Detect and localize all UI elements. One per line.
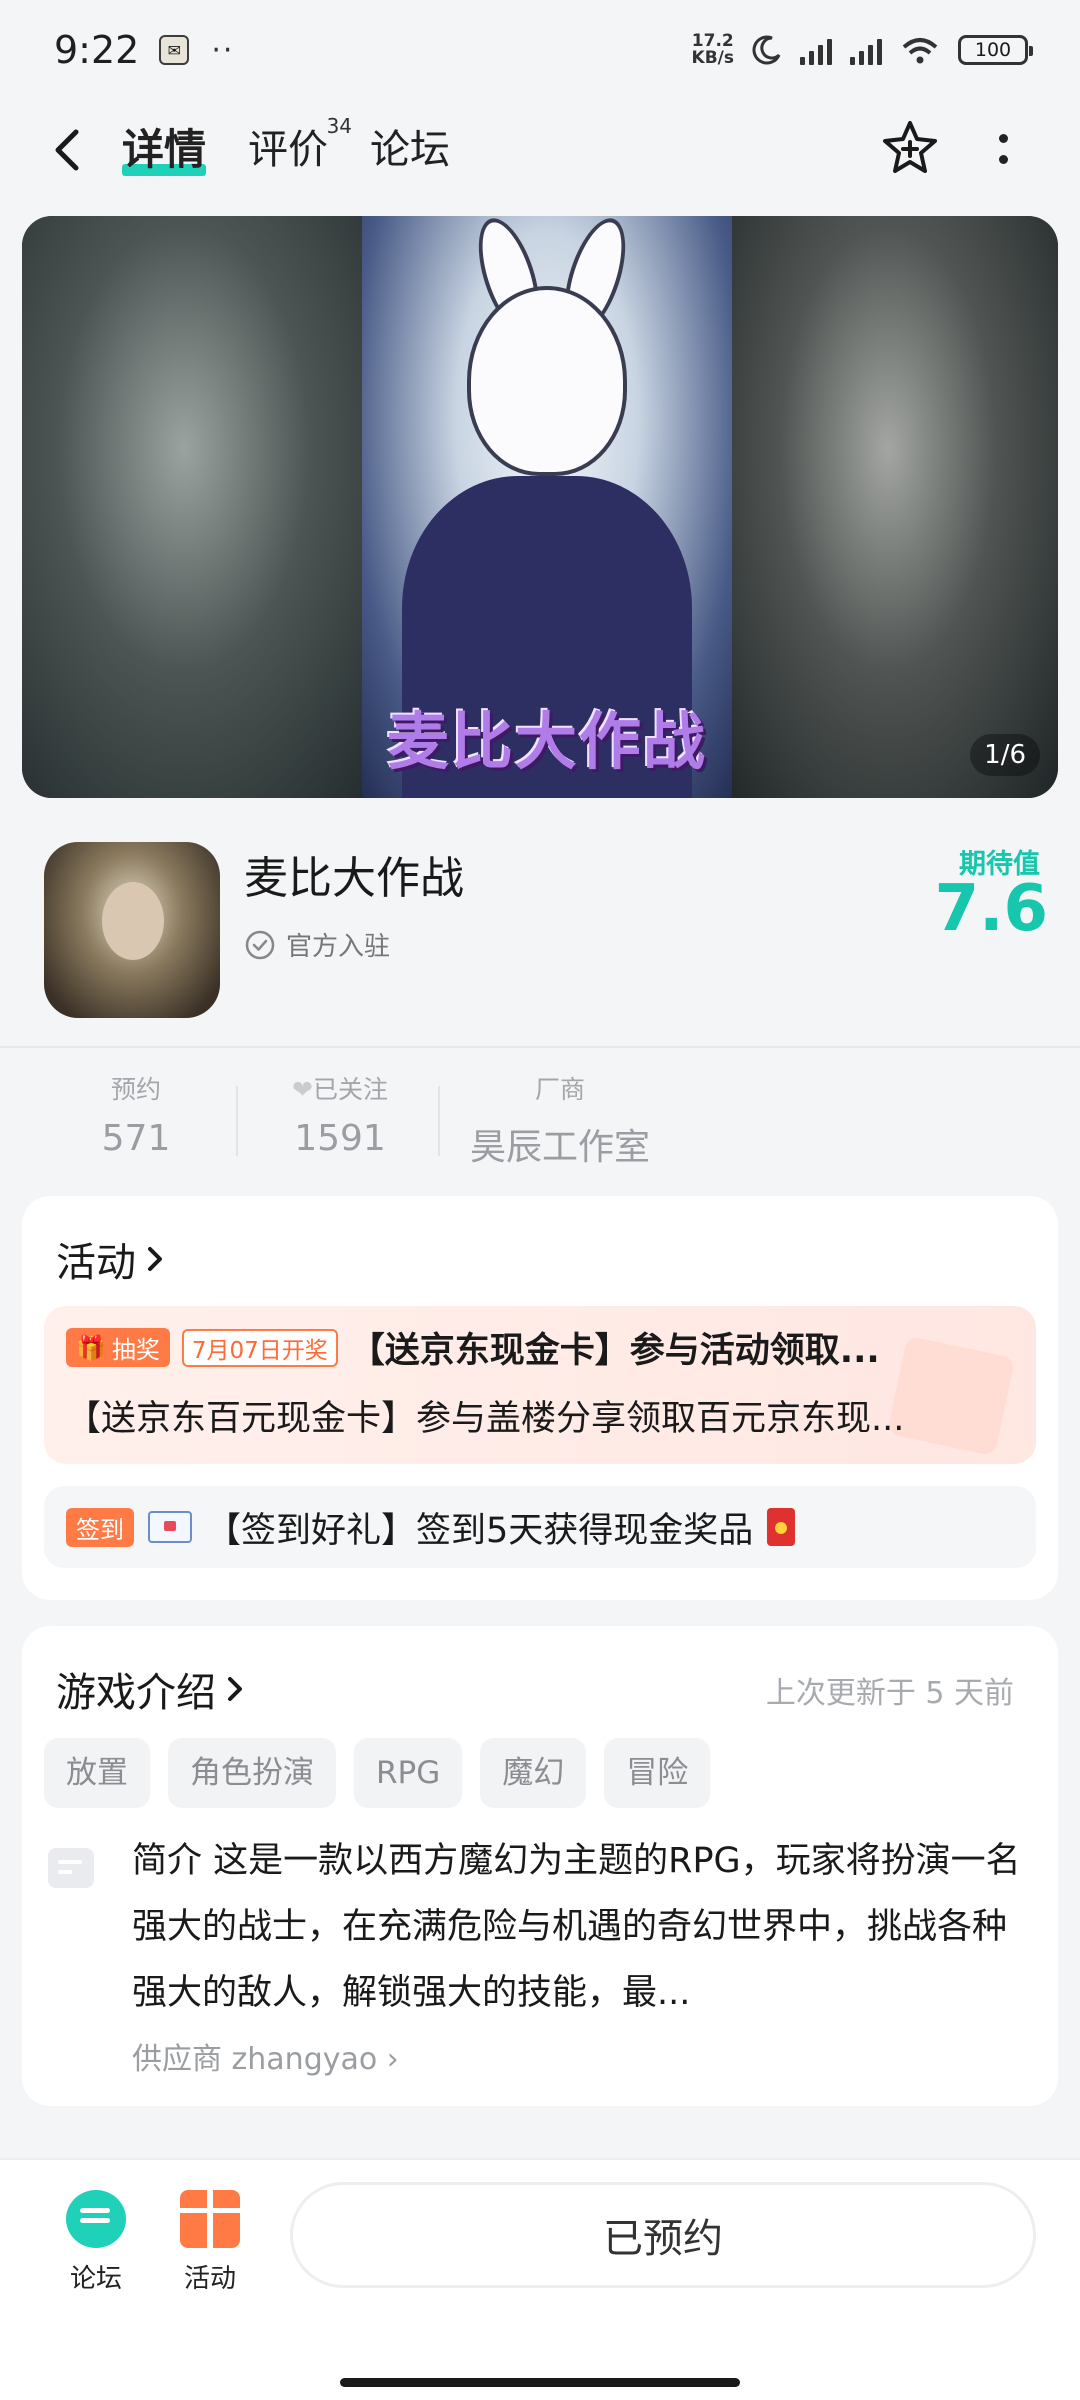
forum-shortcut-label: 论坛	[69, 2264, 122, 2294]
stat-followers: ❤已关注 1591	[260, 1070, 420, 1159]
supplier-link[interactable]: 供应商 zhangyao ›	[132, 2034, 399, 2078]
supplier-label: 供应商 zhangyao	[132, 2042, 378, 2077]
activity-title: 活动	[56, 1240, 136, 1286]
signin-activity-item[interactable]: 签到 【签到好礼】签到5天获得现金奖品	[44, 1486, 1036, 1568]
tag-list: 放置 角色扮演 RPG 魔幻 冒险	[44, 1738, 711, 1808]
tag-item[interactable]: 魔幻	[480, 1738, 587, 1808]
stat-developer-value: 昊辰工作室	[469, 1127, 650, 1168]
intro-section-header[interactable]: 游戏介绍	[56, 1660, 246, 1718]
banner-art-right	[718, 216, 1058, 798]
tab-forum[interactable]: 论坛	[370, 118, 450, 182]
stat-followers-value: 1591	[294, 1118, 386, 1159]
game-icon	[44, 842, 220, 1018]
tag-item[interactable]: RPG	[354, 1738, 463, 1808]
gift-icon: 🎁	[76, 1333, 106, 1362]
stat-divider	[438, 1086, 440, 1156]
review-count: 34	[326, 114, 353, 138]
chevron-right-icon	[228, 1677, 242, 1701]
tab-reviews-label: 评价	[248, 127, 329, 173]
game-title: 麦比大作战	[244, 853, 464, 904]
network-speed: 17.2 KB/s	[692, 33, 734, 67]
game-logo-text: 麦比大作战	[386, 705, 707, 778]
more-notifications-icon: ··	[211, 32, 235, 68]
tab-forum-label: 论坛	[370, 127, 451, 173]
activity-section-header[interactable]: 活动	[56, 1230, 166, 1288]
tab-reviews[interactable]: 评价 34	[248, 116, 352, 182]
favorite-star-button[interactable]	[880, 118, 940, 178]
last-updated: 上次更新于 5 天前	[765, 1676, 1014, 1711]
stat-followers-label-text: 已关注	[312, 1075, 388, 1104]
rabbit-head	[467, 286, 627, 476]
network-speed-unit: KB/s	[691, 48, 734, 68]
stat-divider	[236, 1086, 238, 1156]
tag-item[interactable]: 冒险	[604, 1738, 711, 1808]
stat-developer[interactable]: 厂商 昊辰工作室	[460, 1070, 660, 1170]
stat-developer-label: 厂商	[534, 1075, 585, 1104]
heart-icon: ❤	[292, 1075, 313, 1104]
lottery-headline: 【送京东现金卡】参与活动领取...	[349, 1331, 880, 1371]
divider	[0, 1046, 1080, 1048]
expectation-score: 7.6	[934, 872, 1048, 946]
tab-bar: 详情 评价 34 论坛	[122, 116, 492, 182]
back-button[interactable]	[50, 122, 100, 178]
intro-description[interactable]: 简介 这是一款以西方魔幻为主题的RPG，玩家将扮演一名强大的战士，在充满危险与机…	[132, 1828, 1032, 2026]
forum-chat-icon	[66, 2190, 126, 2248]
home-indicator[interactable]	[340, 2378, 740, 2387]
notification-icon: ✉	[159, 35, 190, 65]
lottery-activity-item[interactable]: 🎁 抽奖 7月07日开奖 【送京东现金卡】参与活动领取... 【送京东百元现金卡】…	[44, 1306, 1036, 1464]
activity-shortcut[interactable]: 活动	[160, 2190, 260, 2295]
status-bar: 9:22 ✉ ·· 17.2 KB/s 100	[0, 0, 1080, 100]
wifi-icon	[902, 38, 938, 64]
stat-reservations-value: 571	[101, 1118, 171, 1159]
activity-card: 活动 🎁 抽奖 7月07日开奖 【送京东现金卡】参与活动领取... 【送京东百元现…	[22, 1196, 1058, 1600]
draw-date-badge: 7月07日开奖	[181, 1328, 338, 1367]
activity-shortcut-label: 活动	[183, 2264, 236, 2294]
more-menu-button[interactable]	[990, 124, 1016, 174]
forum-shortcut[interactable]: 论坛	[46, 2190, 146, 2295]
chevron-right-icon	[148, 1247, 162, 1271]
lottery-badge-label: 抽奖	[111, 1336, 160, 1364]
banner-art-left	[22, 216, 382, 798]
bottom-action-bar: 论坛 活动 已预约	[0, 2158, 1080, 2400]
chevron-left-icon	[55, 129, 79, 171]
carousel-counter: 1/6	[970, 734, 1040, 776]
game-intro-card: 游戏介绍 上次更新于 5 天前 放置 角色扮演 RPG 魔幻 冒险 简介 这是一…	[22, 1626, 1058, 2106]
signin-text: 【签到好礼】签到5天获得现金奖品	[206, 1510, 754, 1551]
red-envelope-icon	[767, 1508, 796, 1546]
reserved-button[interactable]: 已预约	[290, 2182, 1036, 2288]
status-time: 9:22	[54, 28, 140, 72]
chevron-right-icon: ›	[386, 2042, 399, 2077]
tab-details[interactable]: 详情	[122, 118, 207, 182]
tag-item[interactable]: 放置	[44, 1738, 150, 1808]
love-letter-icon	[148, 1511, 192, 1543]
stat-reservations-label: 预约	[110, 1075, 161, 1104]
intro-doc-icon	[48, 1848, 94, 1888]
signin-badge: 签到	[66, 1507, 134, 1547]
screenshot-carousel[interactable]: 麦比大作战 1/6	[22, 216, 1058, 798]
official-badge: 官方入驻	[244, 926, 390, 963]
tag-item[interactable]: 角色扮演	[168, 1738, 336, 1808]
gift-icon	[180, 2190, 240, 2248]
official-label: 官方入驻	[286, 932, 391, 962]
icon-face	[102, 882, 164, 960]
lottery-badge: 🎁 抽奖	[66, 1328, 170, 1367]
lottery-subline: 【送京东百元现金卡】参与盖楼分享领取百元京东现...	[66, 1399, 905, 1439]
signal-icon-2	[850, 35, 882, 65]
battery-icon: 100	[958, 35, 1033, 65]
check-circle-icon	[245, 930, 275, 959]
signal-icon	[800, 35, 832, 65]
stat-reservations: 预约 571	[66, 1070, 206, 1159]
intro-title: 游戏介绍	[56, 1670, 216, 1716]
tab-details-label: 详情	[122, 125, 207, 174]
stat-followers-label: ❤已关注	[260, 1070, 420, 1106]
moon-icon	[752, 35, 781, 65]
